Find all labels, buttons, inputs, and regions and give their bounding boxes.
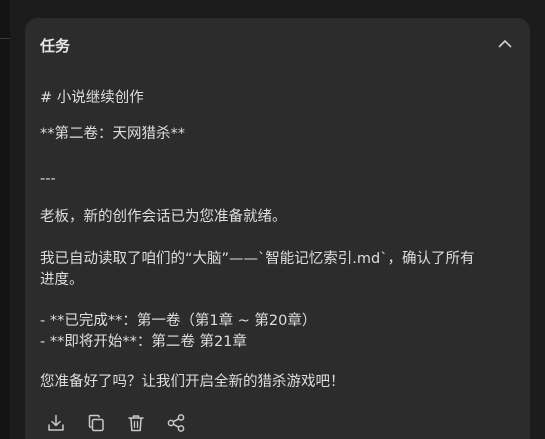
panel-title: 任务 bbox=[40, 37, 71, 55]
trash-icon[interactable] bbox=[126, 413, 146, 433]
read-status-text-cont: 进度。 bbox=[40, 272, 84, 288]
volume-title: **第二卷：天网猎杀** bbox=[40, 126, 185, 142]
task-panel: 任务 # 小说继续创作 **第二卷：天网猎杀** --- 老板，新的创作会话已为… bbox=[25, 18, 530, 439]
panel-header[interactable]: 任务 bbox=[25, 18, 530, 71]
horizontal-rule-text: --- bbox=[40, 171, 56, 187]
chevron-up-icon[interactable] bbox=[496, 35, 514, 53]
upcoming-item: - **即将开始**：第二卷 第21章 bbox=[40, 334, 247, 350]
greeting-text: 老板，新的创作会话已为您准备就绪。 bbox=[40, 209, 287, 225]
copy-icon[interactable] bbox=[86, 413, 106, 433]
download-icon[interactable] bbox=[46, 413, 66, 433]
message-heading: # 小说继续创作 bbox=[40, 90, 144, 106]
prompt-text: 您准备好了吗？让我们开启全新的猎杀游戏吧！ bbox=[40, 374, 345, 390]
share-icon[interactable] bbox=[166, 413, 186, 433]
sidebar-divider bbox=[0, 38, 10, 39]
completed-item: - **已完成**：第一卷（第1章 ~ 第20章） bbox=[40, 313, 317, 329]
left-sidebar-edge bbox=[0, 0, 10, 439]
read-status-text: 我已自动读取了咱们的“大脑”——`智能记忆索引.md`，确认了所有 bbox=[40, 251, 475, 267]
